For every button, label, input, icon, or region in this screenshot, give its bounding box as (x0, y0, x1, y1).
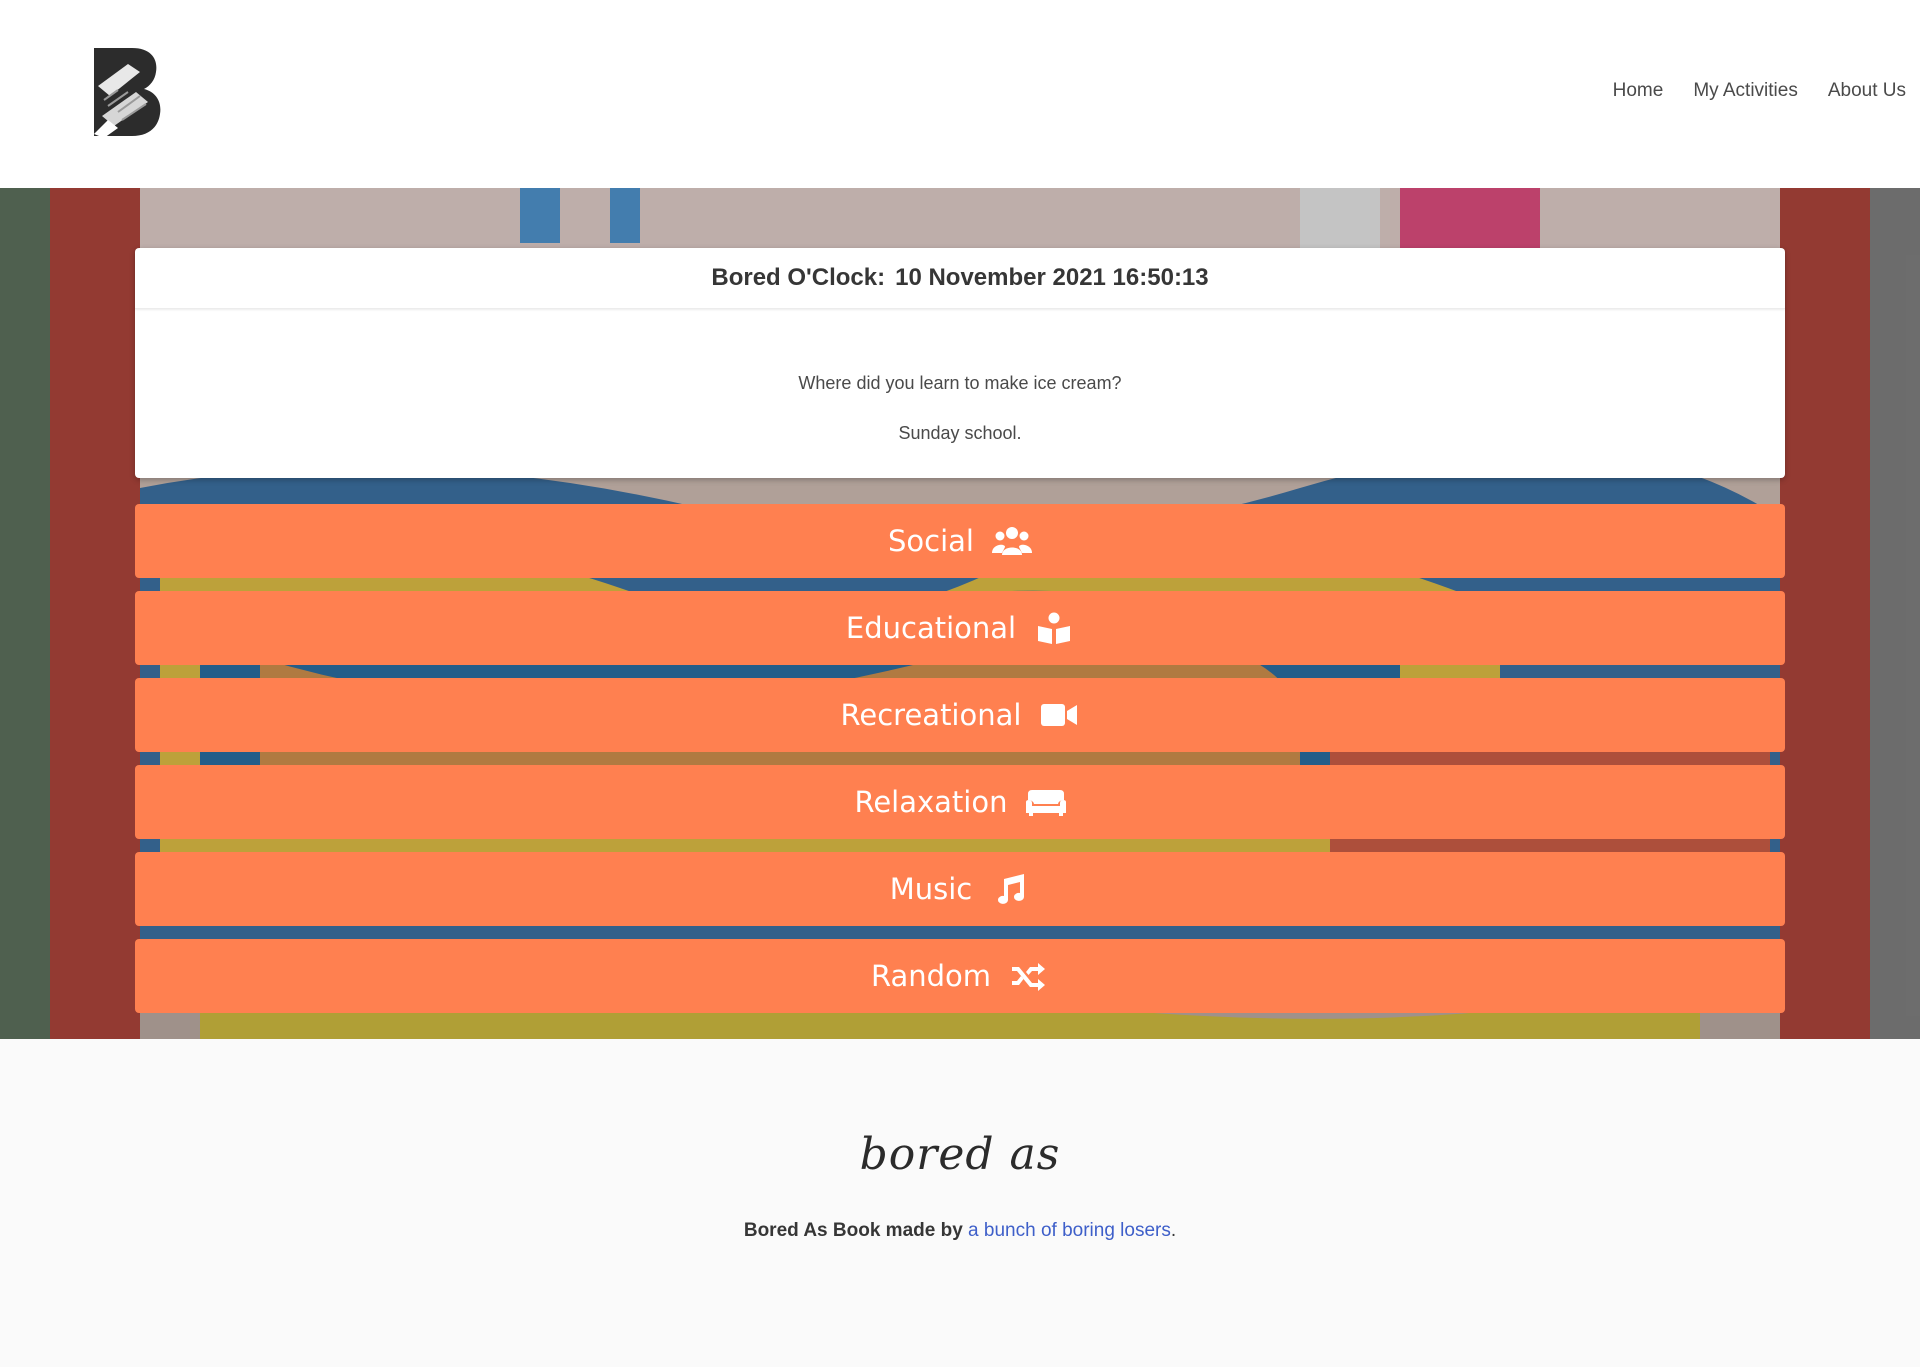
random-icon (1009, 959, 1049, 993)
nav-about-us[interactable]: About Us (1828, 80, 1906, 102)
footer-logo: bored as (859, 1129, 1061, 1180)
footer-credit-link[interactable]: a bunch of boring losers (968, 1220, 1171, 1241)
footer-credit: Bored As Book made by a bunch of boring … (0, 1220, 1920, 1242)
social-button[interactable]: Social (135, 504, 1785, 578)
clock-label: Bored O'Clock: (711, 264, 886, 291)
nav-my-activities[interactable]: My Activities (1693, 80, 1798, 102)
recreational-label: Recreational (840, 698, 1022, 732)
footer-credit-suffix: . (1170, 1220, 1177, 1241)
joke-answer: Sunday school. (898, 423, 1022, 443)
joke-question: Where did you learn to make ice cream? (798, 373, 1122, 393)
site-header: Home My Activities About Us (0, 0, 1920, 188)
hero-section: Bored O'Clock: 10 November 2021 16:50:13… (0, 188, 1920, 1039)
educational-button[interactable]: Educational (135, 591, 1785, 665)
relaxation-button[interactable]: Relaxation (135, 765, 1785, 839)
random-button[interactable]: Random (135, 939, 1785, 1013)
joke-body: Where did you learn to make ice cream? S… (135, 309, 1785, 444)
users-icon (991, 524, 1032, 558)
book-reader-icon (1034, 611, 1074, 645)
bored-b-logo-icon (94, 48, 161, 138)
video-icon (1039, 698, 1079, 732)
clock-header: Bored O'Clock: 10 November 2021 16:50:13 (135, 248, 1785, 309)
social-label: Social (888, 524, 974, 558)
couch-icon (1025, 785, 1066, 819)
footer-credit-prefix: Bored As Book made by (743, 1220, 963, 1241)
site-footer: bored as Bored As Book made by a bunch o… (0, 1039, 1920, 1367)
relaxation-label: Relaxation (854, 785, 1008, 819)
main-nav: Home My Activities About Us (1613, 80, 1906, 102)
music-button[interactable]: Music (135, 852, 1785, 926)
nav-home[interactable]: Home (1613, 80, 1664, 102)
educational-label: Educational (845, 611, 1017, 645)
recreational-button[interactable]: Recreational (135, 678, 1785, 752)
music-label: Music (889, 872, 973, 906)
site-logo[interactable] (88, 46, 164, 138)
random-label: Random (870, 959, 992, 993)
clock-datetime: 10 November 2021 16:50:13 (895, 264, 1209, 291)
music-icon (990, 872, 1030, 906)
joke-card: Bored O'Clock: 10 November 2021 16:50:13… (135, 248, 1785, 478)
